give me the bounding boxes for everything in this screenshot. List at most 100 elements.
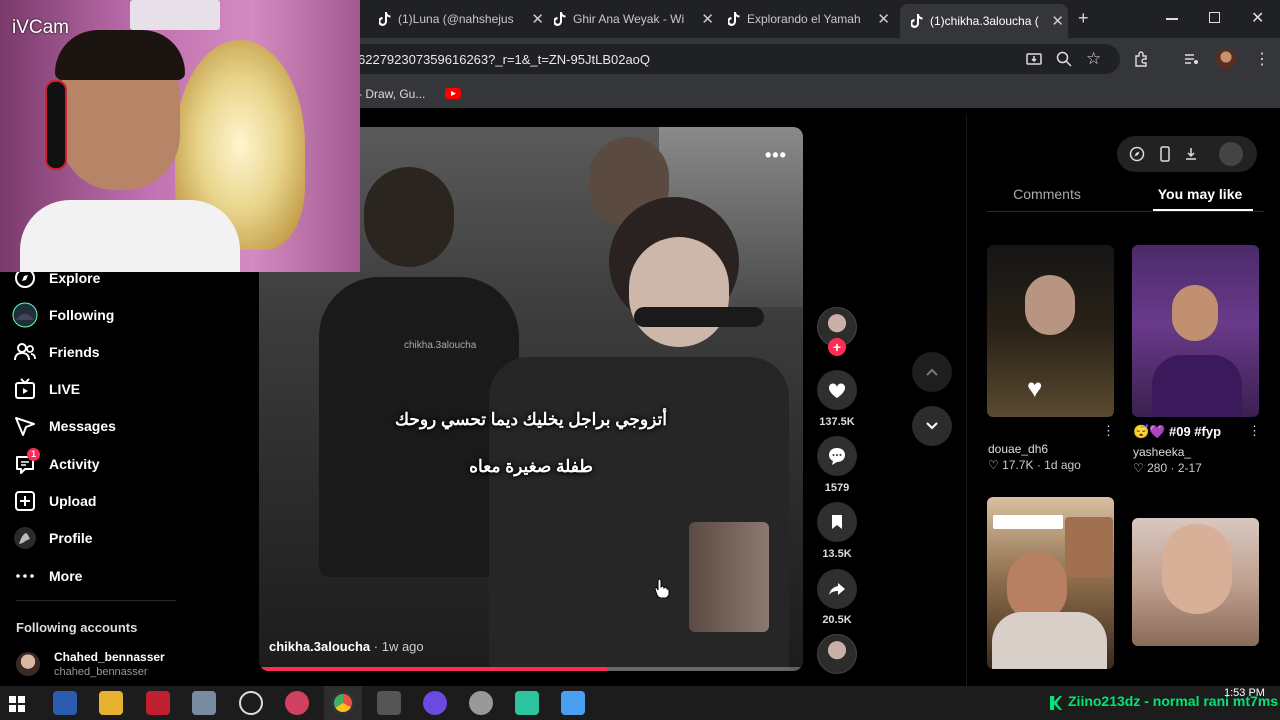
suggested-video-likes: 17.7K [1002, 458, 1034, 472]
store-icon[interactable] [53, 691, 77, 715]
url-text: 622792307359616263?_r=1&_t=ZN-95JtLB02ao… [358, 51, 651, 67]
suggested-video-author[interactable]: yasheeka_ [1133, 445, 1191, 459]
sidebar-item-messages[interactable]: Messages [12, 411, 116, 441]
voice-changer-icon[interactable] [146, 691, 170, 715]
thumb-banner [993, 515, 1063, 529]
video-author[interactable]: chikha.3aloucha [269, 639, 370, 654]
music-disc-avatar[interactable] [817, 634, 857, 674]
like-button[interactable] [817, 370, 857, 410]
app-icon[interactable] [192, 691, 216, 715]
sidebar-item-label: Profile [49, 530, 93, 546]
address-bar[interactable]: 622792307359616263?_r=1&_t=ZN-95JtLB02ao… [330, 44, 1120, 74]
profile-avatar[interactable] [1216, 49, 1236, 69]
close-tab-icon[interactable]: ✕ [1051, 12, 1064, 30]
suggested-video-date: 1d ago [1044, 458, 1081, 472]
webcam-overlay: iVCam [0, 0, 360, 272]
tool-pill [1117, 136, 1257, 172]
upload-icon [12, 488, 38, 514]
close-tab-icon[interactable]: ✕ [877, 10, 890, 28]
compass-icon[interactable] [1129, 146, 1145, 167]
sidebar-item-label: Explore [49, 270, 101, 286]
close-tab-icon[interactable]: ✕ [701, 10, 714, 28]
phone-icon[interactable] [1157, 146, 1173, 167]
sidebar-item-live[interactable]: LIVE [12, 374, 80, 404]
zoom-icon[interactable] [1056, 51, 1072, 72]
more-icon [12, 563, 38, 589]
video-posted-time: · 1w ago [373, 639, 424, 654]
suggested-video-thumbnail[interactable]: ♥ [987, 245, 1114, 417]
discord-icon[interactable] [423, 691, 447, 715]
app-icon[interactable] [515, 691, 539, 715]
tab-comments[interactable]: Comments [987, 186, 1107, 202]
suggested-video-likes: 280 [1147, 461, 1168, 475]
media-control-icon[interactable] [1183, 51, 1199, 72]
sidebar-item-label: Activity [49, 456, 100, 472]
install-app-icon[interactable] [1026, 51, 1042, 72]
sidebar-item-more[interactable]: More [12, 561, 82, 591]
thumb-sign [1065, 517, 1113, 577]
user-avatar-icon[interactable] [1219, 142, 1243, 166]
extensions-icon[interactable] [1133, 51, 1149, 72]
video-options-icon[interactable]: ⋮ [1248, 423, 1261, 439]
suggested-video-author[interactable]: douae_dh6 [988, 442, 1048, 456]
chevron-up-icon [926, 368, 938, 376]
close-tab-icon[interactable]: ✕ [531, 10, 544, 28]
sidebar-item-profile[interactable]: Profile [12, 523, 93, 553]
following-account-item[interactable]: Chahed_bennasser chahed_bennasser [16, 650, 236, 680]
tab-you-may-like[interactable]: You may like [1140, 186, 1260, 202]
thumb-shirt [992, 612, 1107, 669]
like-count: 137.5K [819, 416, 855, 428]
heart-outline-icon: ♡ [1133, 461, 1144, 475]
youtube-icon[interactable] [445, 88, 461, 99]
sidebar-item-upload[interactable]: Upload [12, 486, 96, 516]
save-button[interactable] [817, 502, 857, 542]
tiktok-logo-icon [378, 12, 392, 26]
comment-count: 1579 [824, 482, 850, 494]
thumb-face [1172, 285, 1218, 341]
new-tab-button[interactable]: + [1078, 8, 1089, 29]
sunglasses [634, 307, 764, 327]
video-watermark: chikha.3aloucha [404, 340, 477, 351]
sidebar-divider [16, 600, 176, 601]
browser-tab[interactable]: Ghir Ana Weyak - Wi ✕ [553, 6, 718, 32]
app-icon[interactable] [469, 691, 493, 715]
friends-icon [12, 339, 38, 365]
bookmark-icon [832, 515, 842, 529]
app-icon[interactable] [561, 691, 585, 715]
sidebar-item-following[interactable]: Following [12, 300, 114, 330]
download-icon[interactable] [1183, 146, 1199, 167]
thumb-face [1025, 275, 1075, 335]
bookmark-star-icon[interactable]: ☆ [1086, 49, 1101, 69]
file-explorer-icon[interactable] [99, 691, 123, 715]
sidebar-item-activity[interactable]: 1 Activity [12, 448, 100, 479]
app-icon[interactable] [377, 691, 401, 715]
previous-video-button[interactable] [912, 352, 952, 392]
browser-tab[interactable]: Explorando el Yamah ✕ [727, 6, 894, 32]
video-progress-track[interactable] [259, 667, 803, 671]
clock-time[interactable]: 1:53 PM [1224, 687, 1265, 699]
windows-start-icon[interactable] [9, 696, 25, 717]
browser-menu-icon[interactable]: ⋮ [1254, 49, 1270, 69]
woman-face [629, 237, 729, 347]
suggested-video-thumbnail[interactable] [987, 497, 1114, 669]
follow-plus-button[interactable]: + [828, 338, 846, 356]
settings-icon[interactable] [239, 691, 263, 715]
sidebar-item-label: More [49, 568, 83, 584]
video-options-icon[interactable]: ⋮ [1102, 423, 1115, 439]
restore-button[interactable] [1209, 12, 1220, 23]
browser-tab-active[interactable]: (1)chikha.3aloucha ( ✕ [900, 4, 1068, 38]
video-more-options-icon[interactable]: ••• [765, 145, 787, 166]
suggested-video-thumbnail[interactable] [1132, 245, 1259, 417]
close-window-button[interactable]: ✕ [1251, 8, 1264, 28]
minimize-button[interactable] [1166, 18, 1178, 20]
browser-tab[interactable]: (1)Luna (@nahshejus ✕ [378, 6, 548, 32]
headphones [45, 80, 67, 170]
app-icon[interactable] [285, 691, 309, 715]
tab-title: (1)Luna (@nahshejus [398, 12, 514, 26]
suggested-video-thumbnail[interactable] [1132, 518, 1259, 646]
share-button[interactable] [817, 569, 857, 609]
sidebar-item-friends[interactable]: Friends [12, 337, 100, 367]
next-video-button[interactable] [912, 406, 952, 446]
suggested-video-stats: ♡ 280 · 2-17 [1133, 461, 1202, 475]
comment-button[interactable] [817, 436, 857, 476]
